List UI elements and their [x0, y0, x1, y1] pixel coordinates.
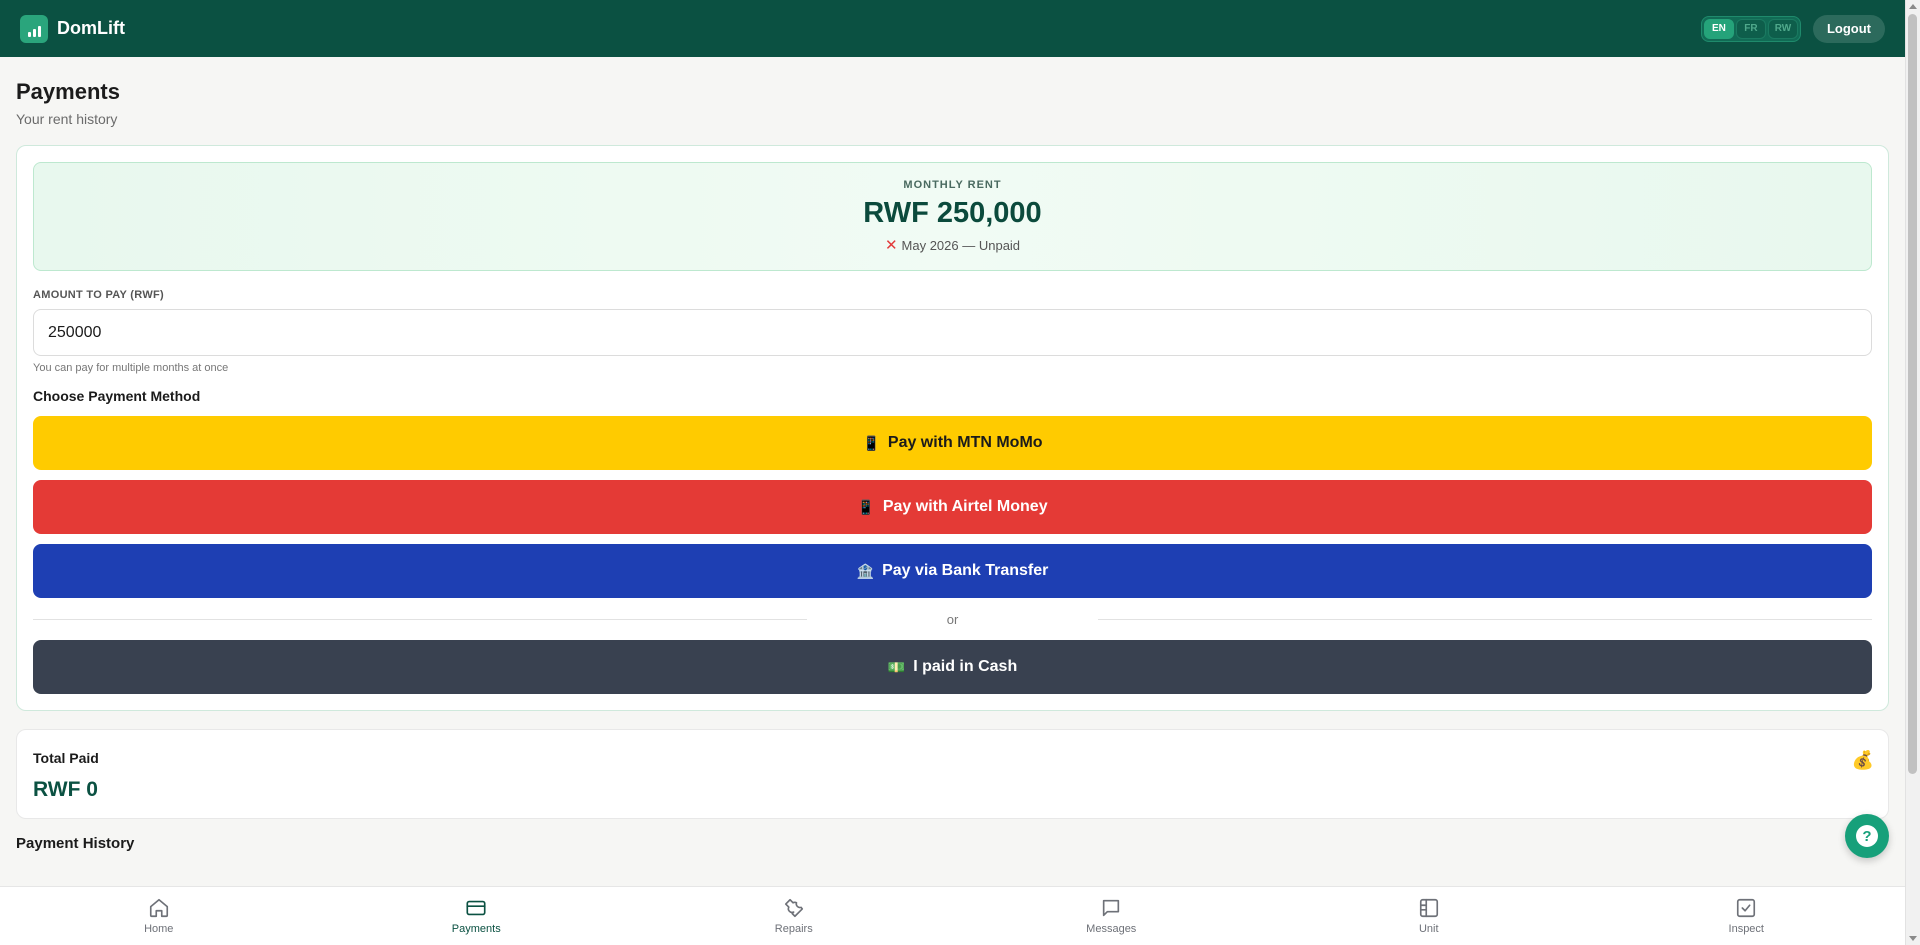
nav-inspect-label: Inspect — [1728, 923, 1764, 935]
rent-label: MONTHLY RENT — [903, 179, 1002, 191]
total-paid-card: Total Paid RWF 0 💰 — [16, 729, 1889, 819]
lang-fr-button[interactable]: FR — [1735, 18, 1766, 39]
nav-payments[interactable]: Payments — [318, 887, 636, 945]
bank-icon: 🏦 — [856, 562, 875, 579]
cash-icon: 💵 — [887, 658, 906, 675]
card-icon — [466, 900, 486, 916]
nav-repairs[interactable]: Repairs — [635, 887, 953, 945]
amount-input[interactable]: 250000 — [33, 309, 1872, 356]
total-paid-label: Total Paid — [33, 750, 99, 766]
help-button[interactable]: ? — [1845, 814, 1889, 858]
phone-icon: 📱 — [862, 434, 880, 451]
nav-payments-label: Payments — [451, 923, 501, 935]
rent-amount: RWF 250,000 — [863, 197, 1042, 229]
nav-messages[interactable]: Messages — [953, 887, 1271, 945]
pay-mtn-momo-button[interactable]: 📱 Pay with MTN MoMo — [33, 416, 1872, 470]
wrench-icon — [784, 898, 803, 918]
paid-cash-label: I paid in Cash — [913, 658, 1018, 675]
pay-bank-transfer-label: Pay via Bank Transfer — [882, 562, 1049, 579]
question-icon: ? — [1856, 825, 1878, 847]
paid-cash-button[interactable]: 💵 I paid in Cash — [33, 640, 1872, 694]
nav-unit[interactable]: Unit — [1270, 887, 1588, 945]
top-bar: DomLift EN FR RW Logout — [0, 0, 1905, 57]
pay-airtel-money-label: Pay with Airtel Money — [882, 498, 1048, 515]
checkbox-icon — [1737, 898, 1756, 918]
payment-method-label: Choose Payment Method — [33, 388, 201, 404]
pay-airtel-money-button[interactable]: 📱 Pay with Airtel Money — [33, 480, 1872, 534]
rent-status: ✕ May 2026 — Unpaid — [885, 236, 1020, 254]
rent-status-text: May 2026 — Unpaid — [901, 237, 1021, 253]
brand[interactable]: DomLift — [20, 14, 125, 43]
brand-logo-icon — [20, 14, 48, 43]
bottom-nav: Home Payments Repairs Messages Unit Insp… — [0, 886, 1905, 945]
or-label: or — [946, 611, 959, 627]
monthly-rent-box: MONTHLY RENT RWF 250,000 ✕ May 2026 — Un… — [33, 162, 1872, 271]
pay-bank-transfer-button[interactable]: 🏦 Pay via Bank Transfer — [33, 544, 1872, 598]
nav-repairs-label: Repairs — [774, 923, 813, 935]
x-icon: ✕ — [884, 237, 898, 254]
logout-button[interactable]: Logout — [1812, 14, 1885, 43]
page-title: Payments — [16, 79, 120, 104]
money-bag-icon: 💰 — [1851, 750, 1874, 770]
total-paid-value: RWF 0 — [33, 778, 98, 801]
brand-name: DomLift — [57, 18, 125, 38]
divider-line — [33, 618, 807, 620]
message-icon — [1103, 899, 1120, 917]
page-subtitle: Your rent history — [16, 111, 118, 127]
nav-home-label: Home — [144, 923, 174, 935]
scrollbar-thumb[interactable] — [1908, 14, 1917, 774]
nav-messages-label: Messages — [1086, 923, 1137, 935]
phone-icon: 📱 — [857, 498, 875, 515]
scroll-down-icon[interactable] — [1909, 936, 1917, 941]
main-content: Payments Your rent history MONTHLY RENT … — [16, 57, 1889, 852]
lang-en-button[interactable]: EN — [1703, 18, 1734, 39]
nav-unit-label: Unit — [1418, 923, 1439, 935]
page-scrollbar[interactable] — [1905, 0, 1920, 945]
lang-rw-button[interactable]: RW — [1767, 18, 1798, 39]
scroll-up-icon[interactable] — [1909, 4, 1917, 9]
or-divider: or — [33, 608, 1872, 630]
divider-line — [1098, 618, 1872, 620]
amount-label: AMOUNT TO PAY (RWF) — [33, 289, 164, 301]
unit-icon — [1419, 898, 1438, 918]
nav-home[interactable]: Home — [0, 887, 318, 945]
home-icon — [149, 898, 168, 918]
payment-history-title: Payment History — [16, 835, 135, 852]
language-switcher: EN FR RW — [1700, 15, 1801, 42]
payment-card: MONTHLY RENT RWF 250,000 ✕ May 2026 — Un… — [16, 145, 1889, 711]
pay-mtn-momo-label: Pay with MTN MoMo — [887, 434, 1043, 451]
nav-inspect[interactable]: Inspect — [1588, 887, 1906, 945]
amount-hint: You can pay for multiple months at once — [33, 362, 229, 374]
